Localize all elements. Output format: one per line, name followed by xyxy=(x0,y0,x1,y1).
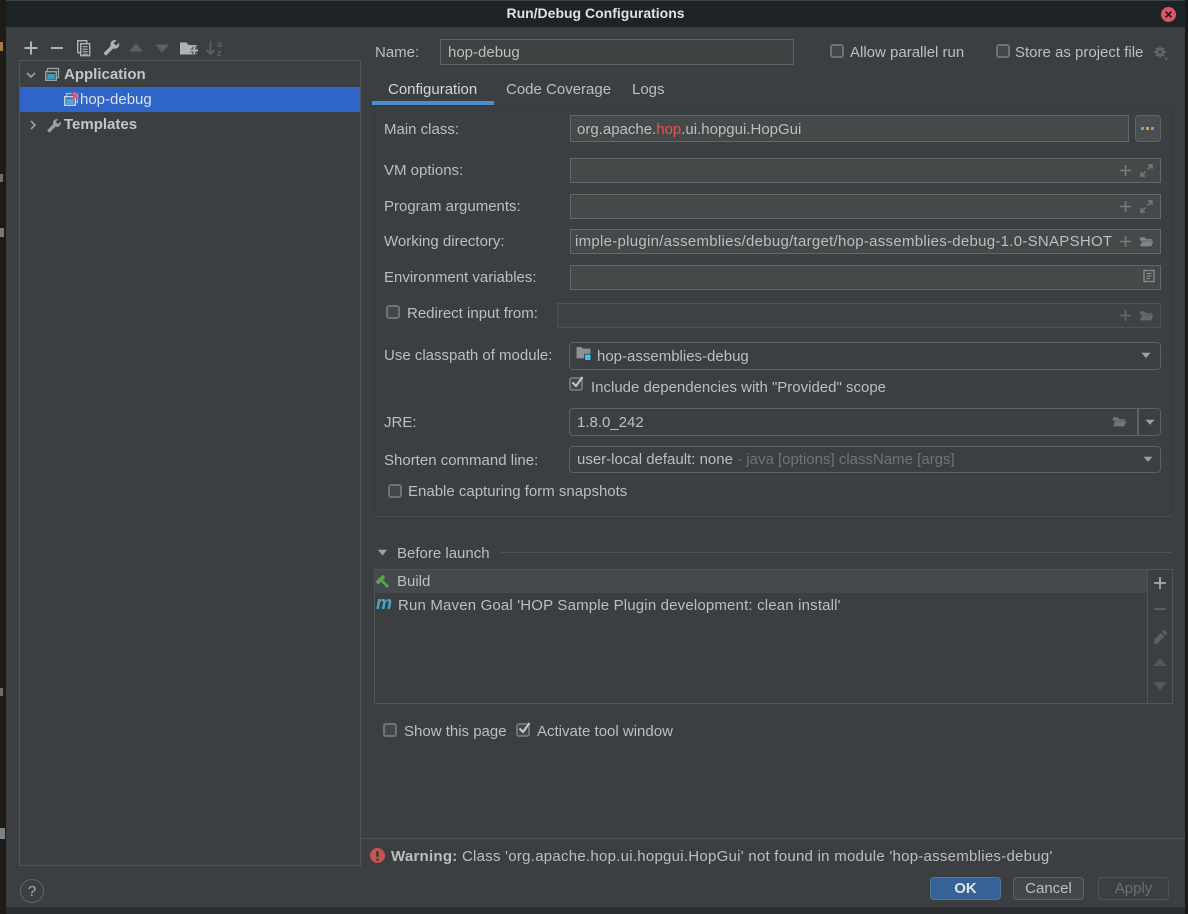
svg-text:z: z xyxy=(217,48,222,58)
